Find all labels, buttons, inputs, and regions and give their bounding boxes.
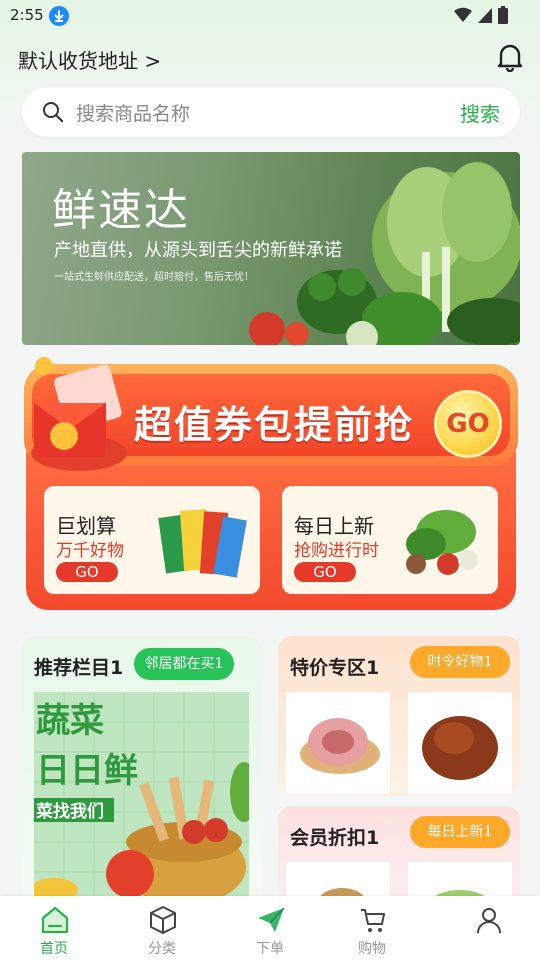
section-tag[interactable]: 邻居都在买1 [134, 648, 234, 680]
coupon-card-bargain[interactable]: 巨划算 万千好物 GO [44, 486, 260, 594]
search-icon [43, 102, 64, 123]
bottom-tab-bar: 首页 分类 下单 购物 [0, 896, 540, 960]
special-offer-section[interactable]: 特价专区1 时令好物1 [278, 636, 520, 796]
promo-banner[interactable]: 鲜速达 产地直供，从源头到舌尖的新鲜承诺 一站式生鲜供应配送，超时赔付，售后无忧… [22, 152, 520, 345]
search-button[interactable]: 搜索 [460, 98, 500, 127]
user-icon [477, 908, 501, 934]
pork-image [300, 718, 380, 774]
section-tag[interactable]: 时令好物1 [410, 646, 510, 678]
snacks-image [158, 509, 247, 578]
member-discount-section[interactable]: 会员折扣1 每日上新1 [278, 806, 520, 906]
coupon-package[interactable]: 超值券包提前抢 GO 巨划算 万千好物 GO 每日上新 抢购进行时 GO [24, 348, 518, 610]
banner-subtitle: 产地直供，从源头到舌尖的新鲜承诺 [54, 240, 342, 261]
card-title: 每日上新 [294, 514, 374, 538]
status-bar: 2:55 [0, 0, 540, 32]
section-title: 推荐栏目1 [34, 657, 124, 679]
tab-profile[interactable] [448, 896, 528, 960]
send-icon [258, 907, 285, 932]
coupon-go-button[interactable]: GO [434, 390, 502, 458]
section-title: 特价专区1 [290, 657, 380, 679]
delivery-address-selector[interactable]: 默认收货地址 > [18, 45, 161, 74]
banner-title: 鲜速达 [52, 185, 190, 236]
bell-icon[interactable] [496, 42, 524, 72]
red-envelope-icon [31, 357, 127, 471]
search-input[interactable]: 搜索商品名称 [76, 99, 190, 126]
vegetables-image [406, 510, 478, 575]
home-icon [41, 906, 69, 934]
status-time: 2:55 [10, 6, 44, 24]
card-subtitle: 万千好物 [56, 541, 124, 561]
svg-text:菜找我们: 菜找我们 [35, 801, 104, 822]
card-title: 巨划算 [56, 514, 116, 538]
section-title: 会员折扣1 [290, 827, 380, 849]
box-icon [150, 906, 176, 934]
card-subtitle: 抢购进行时 [294, 541, 379, 561]
tab-label: 购物 [358, 941, 386, 957]
wifi-icon [454, 7, 472, 23]
system-icons [454, 6, 508, 24]
signal-icon [478, 8, 492, 23]
fresh-vegetables-poster[interactable]: 蔬菜 日日鲜 菜找我们 [34, 692, 249, 902]
product-card-meat[interactable] [286, 692, 390, 794]
tab-cart[interactable]: 购物 [332, 896, 412, 960]
search-bar[interactable]: 搜索商品名称 搜索 [22, 87, 520, 137]
tab-label: 分类 [148, 941, 176, 957]
battery-icon [498, 6, 508, 24]
coupon-go-label: GO [446, 409, 490, 439]
tab-label: 首页 [40, 941, 68, 957]
coupon-card-daily-new[interactable]: 每日上新 抢购进行时 GO [282, 486, 498, 594]
svg-text:日日鲜: 日日鲜 [36, 751, 138, 791]
card-go-button[interactable]: GO [56, 562, 118, 582]
tab-label: 下单 [256, 941, 284, 957]
coupon-title: 超值券包提前抢 [134, 403, 415, 447]
svg-text:蔬菜: 蔬菜 [36, 701, 104, 741]
braised-meat-image [422, 716, 498, 780]
tab-home[interactable]: 首页 [14, 896, 94, 960]
recommend-section[interactable]: 推荐栏目1 邻居都在买1 蔬菜 日日鲜 菜找我们 [22, 636, 262, 906]
tab-order[interactable]: 下单 [230, 896, 310, 960]
product-card-braised[interactable] [408, 692, 512, 794]
tab-category[interactable]: 分类 [122, 896, 202, 960]
download-icon [49, 6, 69, 26]
banner-small-text: 一站式生鲜供应配送，超时赔付，售后无忧！ [54, 272, 254, 283]
card-go-button[interactable]: GO [294, 562, 356, 582]
cart-icon [361, 909, 385, 932]
section-tag[interactable]: 每日上新1 [410, 816, 510, 848]
